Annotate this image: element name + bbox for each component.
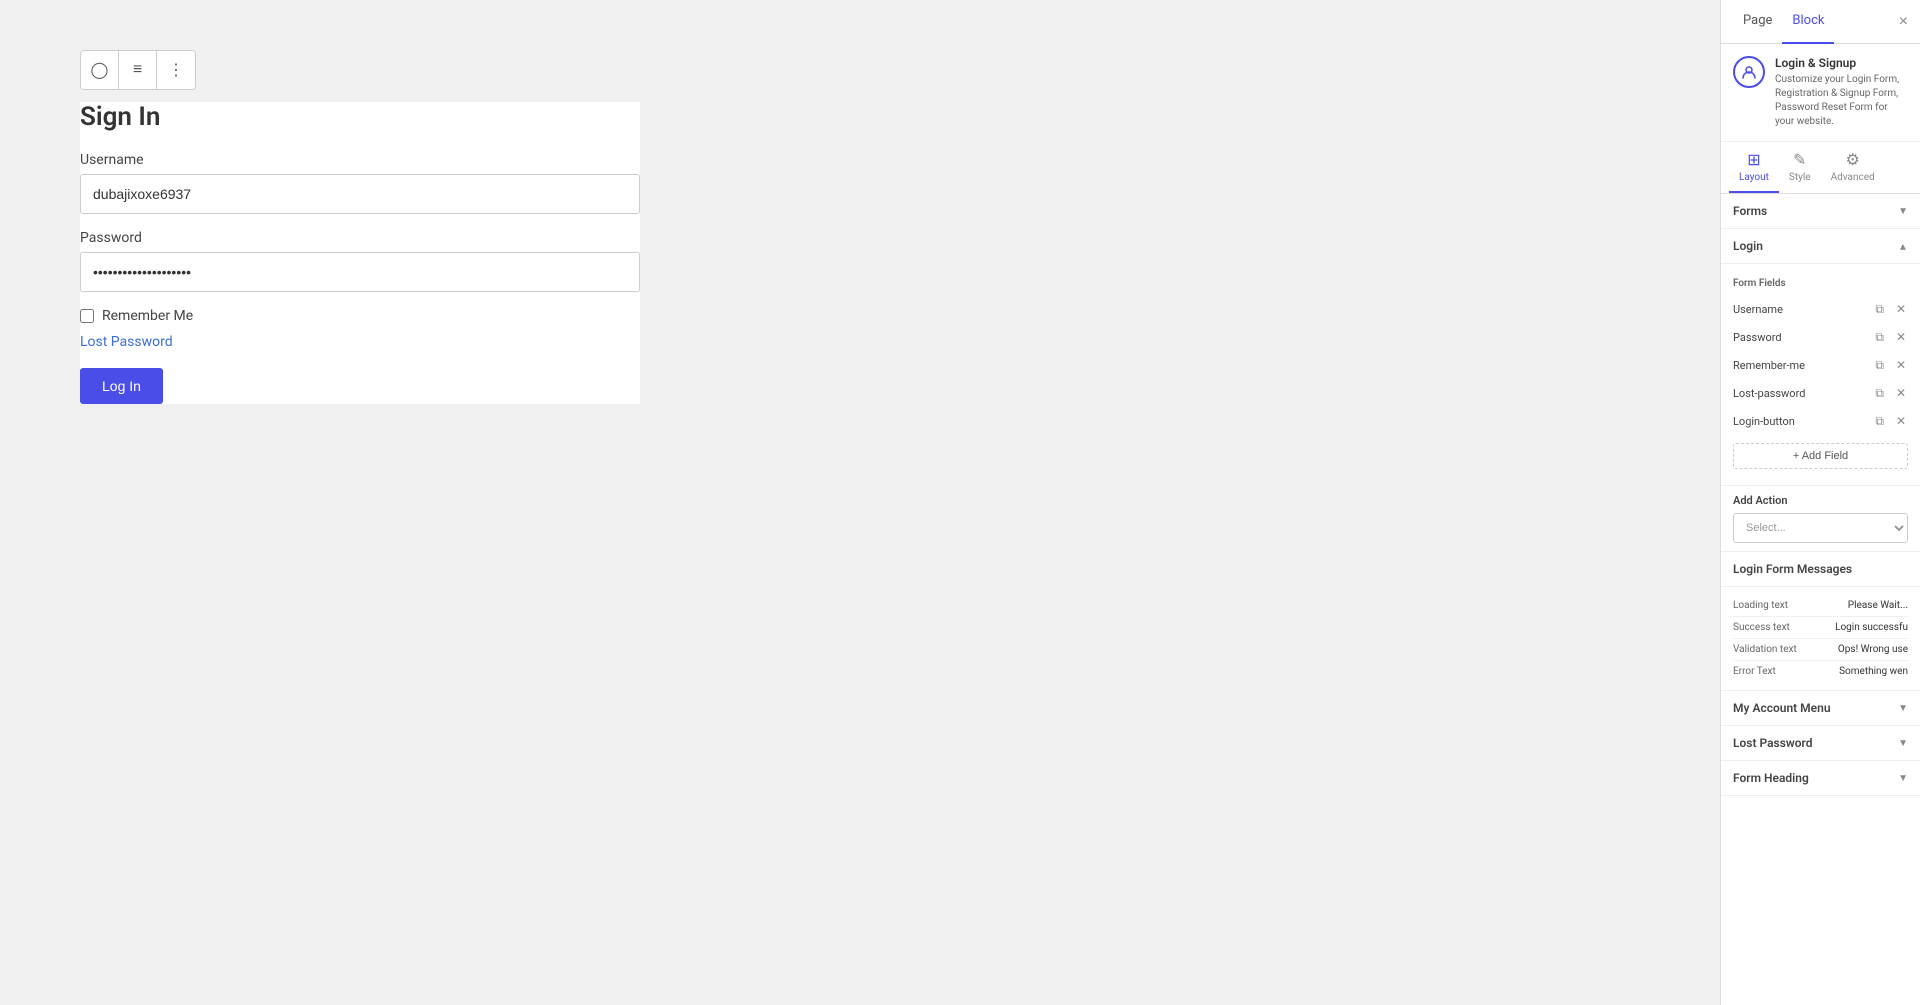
canvas-area: ◯ ≡ ⋮ Sign In Username Password Rememb [0, 0, 1720, 1005]
remember-checkbox[interactable] [80, 309, 94, 323]
message-row-success: Success text Login successfu [1733, 617, 1908, 639]
username-input[interactable] [80, 174, 640, 214]
password-group: Password [80, 230, 640, 292]
style-icon: ✎ [1793, 150, 1806, 169]
panel-header: Page Block × [1721, 0, 1920, 44]
forms-section-label: Forms [1733, 204, 1767, 218]
field-lostpw-delete-btn[interactable]: ✕ [1894, 385, 1908, 401]
form-heading-section-header[interactable]: Form Heading ▼ [1721, 761, 1920, 796]
tab-block[interactable]: Block [1782, 0, 1834, 44]
field-login-button-label: Login-button [1733, 415, 1865, 428]
validation-text-value: Ops! Wrong use [1838, 644, 1908, 655]
field-row-password: Password ⧉ ✕ [1721, 323, 1920, 351]
field-loginbtn-delete-btn[interactable]: ✕ [1894, 413, 1908, 429]
sub-tab-style-label: Style [1789, 172, 1811, 183]
list-icon: ≡ [133, 61, 142, 79]
plugin-text: Login & Signup Customize your Login Form… [1775, 56, 1908, 129]
plugin-desc: Customize your Login Form, Registration … [1775, 73, 1908, 129]
login-section-label: Login [1733, 239, 1763, 253]
form-heading-chevron-icon: ▼ [1898, 773, 1908, 784]
loading-text-value: Please Wait... [1848, 600, 1908, 611]
form-title: Sign In [80, 102, 640, 132]
field-lostpw-copy-btn[interactable]: ⧉ [1873, 385, 1886, 401]
field-loginbtn-copy-btn[interactable]: ⧉ [1873, 413, 1886, 429]
add-action-area: Add Action Select... [1721, 486, 1920, 552]
right-panel: Page Block × Login & Signup Customize yo… [1720, 0, 1920, 1005]
block-toolbar: ◯ ≡ ⋮ [80, 50, 196, 90]
password-label: Password [80, 230, 640, 246]
lost-password-section-header[interactable]: Lost Password ▼ [1721, 726, 1920, 761]
field-remember-delete-btn[interactable]: ✕ [1894, 357, 1908, 373]
login-button[interactable]: Log In [80, 368, 163, 404]
success-text-value: Login successfu [1835, 622, 1908, 633]
error-text-value: Something wen [1839, 666, 1908, 677]
field-username-label: Username [1733, 303, 1865, 316]
validation-text-key: Validation text [1733, 644, 1813, 655]
layout-icon: ⊞ [1747, 150, 1760, 169]
dots-icon: ⋮ [168, 60, 184, 80]
toolbar-dots-icon-btn[interactable]: ⋮ [157, 51, 195, 89]
username-group: Username [80, 152, 640, 214]
my-account-menu-label: My Account Menu [1733, 701, 1831, 715]
remember-me-label: Remember Me [102, 308, 193, 324]
toolbar-user-icon-btn[interactable]: ◯ [81, 51, 119, 89]
form-fields-section: Form Fields Username ⧉ ✕ Password ⧉ ✕ Re… [1721, 264, 1920, 486]
messages-section-label: Login Form Messages [1733, 562, 1852, 576]
loading-text-key: Loading text [1733, 600, 1813, 611]
field-username-delete-btn[interactable]: ✕ [1894, 301, 1908, 317]
forms-chevron-icon: ▼ [1898, 206, 1908, 217]
tab-page[interactable]: Page [1733, 0, 1782, 44]
login-chevron-icon: ▼ [1898, 241, 1908, 252]
field-row-login-button: Login-button ⧉ ✕ [1721, 407, 1920, 435]
messages-section-header[interactable]: Login Form Messages [1721, 552, 1920, 587]
message-row-loading: Loading text Please Wait... [1733, 595, 1908, 617]
my-account-chevron-icon: ▼ [1898, 703, 1908, 714]
success-text-key: Success text [1733, 622, 1813, 633]
field-row-remember-me: Remember-me ⧉ ✕ [1721, 351, 1920, 379]
advanced-icon: ⚙ [1845, 150, 1859, 169]
sub-tabs: ⊞ Layout ✎ Style ⚙ Advanced [1721, 142, 1920, 194]
form-heading-section-label: Form Heading [1733, 771, 1809, 785]
login-section-header[interactable]: Login ▼ [1721, 229, 1920, 264]
lost-password-chevron-icon: ▼ [1898, 738, 1908, 749]
plugin-icon [1733, 56, 1765, 88]
field-password-copy-btn[interactable]: ⧉ [1873, 329, 1886, 345]
remember-me-row: Remember Me [80, 308, 640, 324]
field-password-delete-btn[interactable]: ✕ [1894, 329, 1908, 345]
form-fields-label: Form Fields [1721, 272, 1920, 295]
forms-section-header[interactable]: Forms ▼ [1721, 194, 1920, 229]
password-input[interactable] [80, 252, 640, 292]
add-action-select[interactable]: Select... [1733, 513, 1908, 543]
sub-tab-layout[interactable]: ⊞ Layout [1729, 142, 1779, 193]
add-field-button[interactable]: + Add Field [1733, 443, 1908, 469]
sub-tab-layout-label: Layout [1739, 172, 1769, 183]
lost-password-section-label: Lost Password [1733, 736, 1813, 750]
field-remember-copy-btn[interactable]: ⧉ [1873, 357, 1886, 373]
message-row-error: Error Text Something wen [1733, 661, 1908, 682]
field-row-username: Username ⧉ ✕ [1721, 295, 1920, 323]
toolbar-list-icon-btn[interactable]: ≡ [119, 51, 157, 89]
error-text-key: Error Text [1733, 666, 1813, 677]
sub-tab-style[interactable]: ✎ Style [1779, 142, 1821, 193]
plugin-name: Login & Signup [1775, 56, 1908, 70]
lost-password-link[interactable]: Lost Password [80, 334, 640, 350]
my-account-menu-section-header[interactable]: My Account Menu ▼ [1721, 691, 1920, 726]
form-block-wrapper: ◯ ≡ ⋮ Sign In Username Password Rememb [80, 50, 640, 404]
panel-close-button[interactable]: × [1899, 14, 1908, 30]
sub-tab-advanced[interactable]: ⚙ Advanced [1821, 142, 1885, 193]
message-row-validation: Validation text Ops! Wrong use [1733, 639, 1908, 661]
plugin-info: Login & Signup Customize your Login Form… [1721, 44, 1920, 142]
user-icon: ◯ [91, 60, 109, 80]
field-password-label: Password [1733, 331, 1865, 344]
messages-section: Loading text Please Wait... Success text… [1721, 587, 1920, 691]
field-lost-password-label: Lost-password [1733, 387, 1865, 400]
field-username-copy-btn[interactable]: ⧉ [1873, 301, 1886, 317]
field-row-lost-password: Lost-password ⧉ ✕ [1721, 379, 1920, 407]
sub-tab-advanced-label: Advanced [1831, 172, 1875, 183]
add-action-label: Add Action [1733, 494, 1908, 507]
username-label: Username [80, 152, 640, 168]
sign-in-form: Sign In Username Password Remember Me Lo… [80, 102, 640, 404]
field-remember-me-label: Remember-me [1733, 359, 1865, 372]
